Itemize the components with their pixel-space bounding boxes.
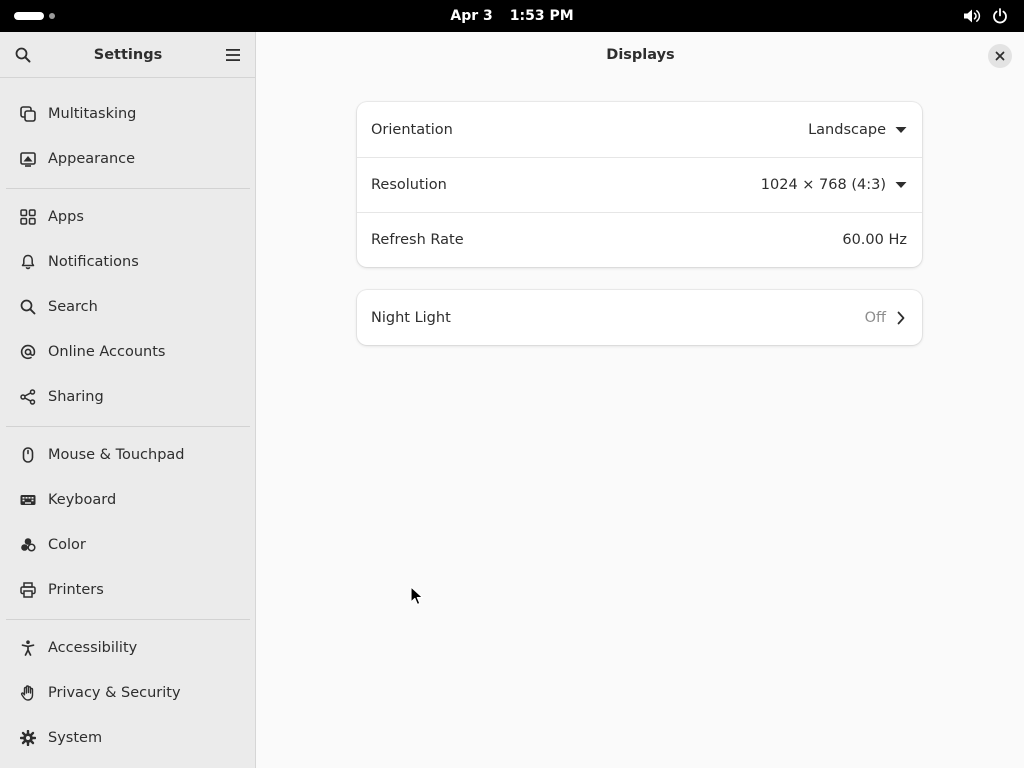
chevron-right-icon xyxy=(895,311,907,324)
sidebar-item-notifications[interactable]: Notifications xyxy=(6,242,250,282)
sidebar-item-label: Search xyxy=(48,299,98,315)
mouse-cursor-icon xyxy=(410,586,424,610)
settings-sidebar: Settings Multitasking Appearance Apps No… xyxy=(0,32,256,768)
sidebar-item-sharing[interactable]: Sharing xyxy=(6,377,250,417)
clock-time[interactable]: 1:53 PM xyxy=(510,8,574,24)
night-light-value: Off xyxy=(864,309,886,326)
sidebar-item-multitasking[interactable]: Multitasking xyxy=(6,94,250,134)
dropdown-arrow-icon xyxy=(895,124,907,136)
dropdown-arrow-icon xyxy=(895,179,907,191)
apps-grid-icon xyxy=(19,208,37,226)
sidebar-item-accessibility[interactable]: Accessibility xyxy=(6,628,250,668)
sidebar-item-label: Privacy & Security xyxy=(48,685,181,701)
mouse-icon xyxy=(19,446,37,464)
share-icon xyxy=(19,388,37,406)
panel-title: Displays xyxy=(257,32,1024,78)
system-tray[interactable] xyxy=(954,6,1010,26)
volume-icon[interactable] xyxy=(962,6,982,26)
clock-date[interactable]: Apr 3 xyxy=(450,8,492,24)
sidebar-item-apps[interactable]: Apps xyxy=(6,197,250,237)
sidebar-item-search[interactable]: Search xyxy=(6,287,250,327)
sidebar-item-printers[interactable]: Printers xyxy=(6,570,250,610)
workspace-active-indicator xyxy=(14,12,44,20)
gear-icon xyxy=(19,729,37,747)
search-icon[interactable] xyxy=(11,43,35,67)
sidebar-item-privacy-security[interactable]: Privacy & Security xyxy=(6,673,250,713)
panel-title-text: Displays xyxy=(606,47,675,63)
sidebar-item-label: Online Accounts xyxy=(48,344,166,360)
resolution-row[interactable]: Resolution 1024 × 768 (4:3) xyxy=(357,157,922,212)
sidebar-separator xyxy=(6,426,250,427)
clock: Apr 3 1:53 PM xyxy=(0,0,1024,32)
refresh-rate-row: Refresh Rate 60.00 Hz xyxy=(357,212,922,267)
displays-panel: Displays Orientation Landscape Resolutio… xyxy=(257,32,1024,768)
sidebar-item-label: Multitasking xyxy=(48,106,137,122)
sidebar-item-label: Sharing xyxy=(48,389,104,405)
refresh-rate-value: 60.00 Hz xyxy=(842,232,907,248)
orientation-dropdown[interactable]: Landscape xyxy=(808,122,907,138)
sidebar-item-online-accounts[interactable]: Online Accounts xyxy=(6,332,250,372)
sidebar-item-label: Printers xyxy=(48,582,104,598)
color-icon xyxy=(19,536,37,554)
sidebar-item-label: Mouse & Touchpad xyxy=(48,447,185,463)
appearance-icon xyxy=(19,150,37,168)
search-icon xyxy=(19,298,37,316)
sidebar-item-label: Appearance xyxy=(48,151,136,167)
at-icon xyxy=(19,343,37,361)
refresh-rate-value-wrap: 60.00 Hz xyxy=(842,232,907,248)
workspace-inactive-indicator xyxy=(49,13,55,19)
orientation-row[interactable]: Orientation Landscape xyxy=(357,102,922,157)
accessibility-icon xyxy=(19,639,37,657)
resolution-value: 1024 × 768 (4:3) xyxy=(760,177,886,193)
sidebar-item-label: Accessibility xyxy=(48,640,138,656)
night-light-label: Night Light xyxy=(371,309,451,326)
close-icon[interactable] xyxy=(988,44,1012,68)
sidebar-item-appearance[interactable]: Appearance xyxy=(6,139,250,179)
night-light-card: Night Light Off xyxy=(357,290,922,345)
sidebar-item-keyboard[interactable]: Keyboard xyxy=(6,480,250,520)
hamburger-menu-icon[interactable] xyxy=(221,43,245,67)
panel-header: Displays xyxy=(257,32,1024,78)
sidebar-item-label: Notifications xyxy=(48,254,139,270)
resolution-label: Resolution xyxy=(371,177,447,193)
display-settings-card: Orientation Landscape Resolution 1024 × … xyxy=(357,102,922,267)
sidebar-item-color[interactable]: Color xyxy=(6,525,250,565)
orientation-label: Orientation xyxy=(371,121,453,138)
sidebar-item-label: Apps xyxy=(48,209,84,225)
sidebar-item-label: System xyxy=(48,730,103,746)
sidebar-item-label: Keyboard xyxy=(48,492,117,508)
resolution-dropdown[interactable]: 1024 × 768 (4:3) xyxy=(761,177,907,193)
orientation-value: Landscape xyxy=(808,121,886,138)
sidebar-item-mouse-touchpad[interactable]: Mouse & Touchpad xyxy=(6,435,250,475)
hand-icon xyxy=(19,684,37,702)
sidebar-item-label: Color xyxy=(48,537,86,553)
activities-button[interactable] xyxy=(14,11,55,21)
power-icon[interactable] xyxy=(990,6,1010,26)
bell-icon xyxy=(19,253,37,271)
sidebar-header: Settings xyxy=(0,32,255,78)
night-light-status: Off xyxy=(865,310,907,326)
sidebar-separator xyxy=(6,619,250,620)
top-bar: Apr 3 1:53 PM xyxy=(0,0,1024,32)
night-light-row[interactable]: Night Light Off xyxy=(357,290,922,345)
sidebar-item-system[interactable]: System xyxy=(6,718,250,758)
sidebar-title-text: Settings xyxy=(93,47,163,63)
sidebar-title: Settings xyxy=(0,32,256,78)
multitasking-icon xyxy=(19,105,37,123)
refresh-rate-label: Refresh Rate xyxy=(371,232,464,248)
keyboard-icon xyxy=(19,491,37,509)
sidebar-separator xyxy=(6,188,250,189)
printer-icon xyxy=(19,581,37,599)
